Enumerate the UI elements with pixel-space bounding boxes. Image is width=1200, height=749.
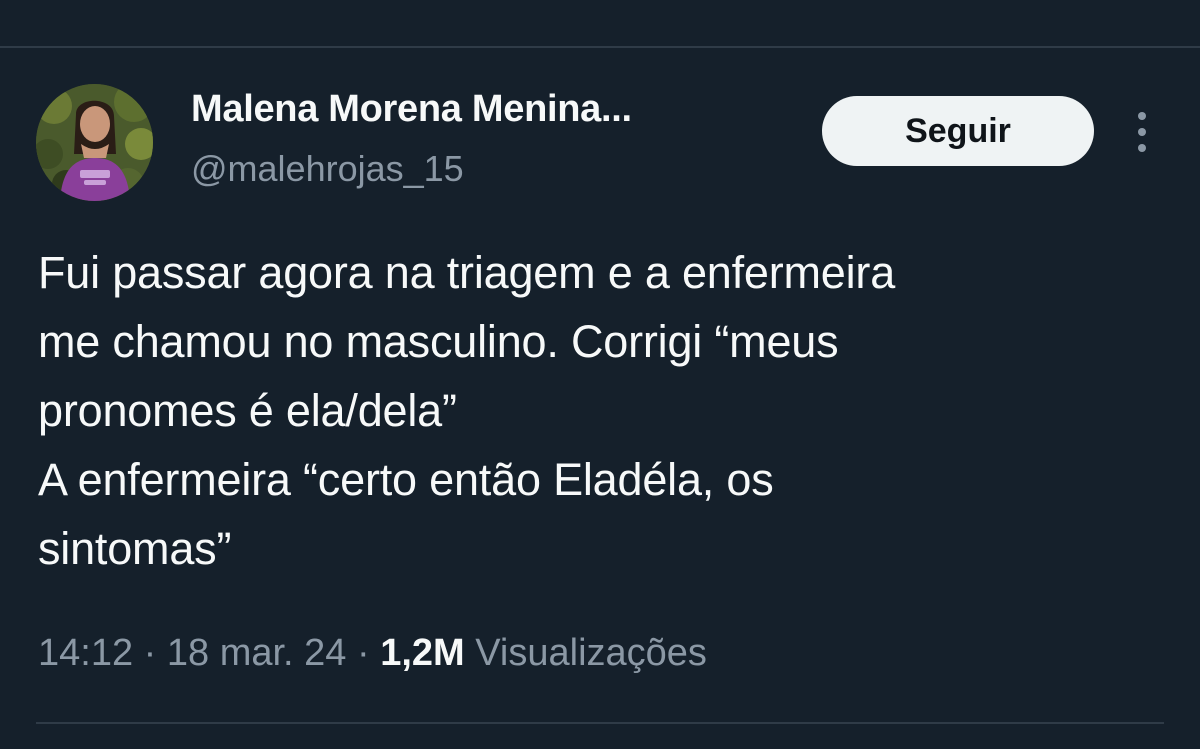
display-name[interactable]: Malena Morena Menina... xyxy=(191,88,632,131)
tweet-text-line: sintomas” xyxy=(38,523,232,574)
views-label[interactable]: Visualizações xyxy=(475,632,707,674)
tweet-metadata: 14:12 · 18 mar. 24 · 1,2M Visualizações xyxy=(38,632,707,675)
tweet-text-line: Fui passar agora na triagem e a enfermei… xyxy=(38,247,896,298)
tweet-time[interactable]: 14:12 xyxy=(38,632,133,674)
tweet-text: Fui passar agora na triagem e a enfermei… xyxy=(38,238,1168,583)
avatar[interactable] xyxy=(36,84,153,201)
follow-button[interactable]: Seguir xyxy=(822,96,1094,166)
profile-photo-icon xyxy=(36,84,153,201)
user-handle[interactable]: @malehrojas_15 xyxy=(191,148,464,190)
tweet-date[interactable]: 18 mar. 24 xyxy=(167,632,347,674)
tweet-text-line: pronomes é ela/dela” xyxy=(38,385,457,436)
meta-separator: · xyxy=(357,632,370,674)
more-vertical-icon[interactable] xyxy=(1128,110,1156,154)
bottom-divider xyxy=(36,722,1164,724)
tweet-card[interactable]: Malena Morena Menina... @malehrojas_15 S… xyxy=(0,48,1200,749)
views-count[interactable]: 1,2M xyxy=(380,632,464,674)
meta-separator: · xyxy=(143,632,157,674)
tweet-text-line: A enfermeira “certo então Eladéla, os xyxy=(38,454,774,505)
tweet-text-line: me chamou no masculino. Corrigi “meus xyxy=(38,316,839,367)
